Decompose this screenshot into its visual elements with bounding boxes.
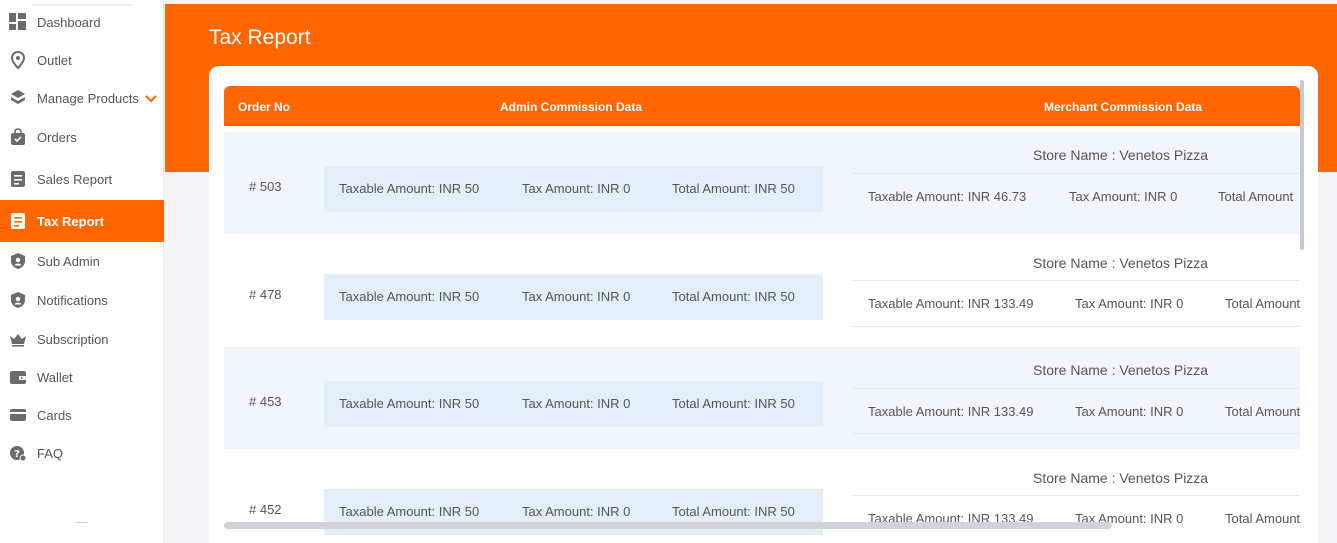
shopping-bag-icon xyxy=(9,128,27,146)
vertical-scrollbar[interactable] xyxy=(1300,80,1304,250)
chevron-down-icon[interactable] xyxy=(145,91,157,106)
column-header-admin-commission: Admin Commission Data xyxy=(500,100,643,114)
sidebar-item-wallet[interactable]: Wallet xyxy=(0,358,164,396)
admin-taxable-amount: Taxable Amount: INR 50 xyxy=(339,289,480,304)
admin-total-amount: Total Amount: INR 50 xyxy=(672,504,795,519)
merchant-taxable-amount: Taxable Amount: INR 133.49 xyxy=(868,296,1034,311)
location-pin-icon xyxy=(9,51,27,69)
merchant-total-amount: Total Amount xyxy=(1225,296,1300,311)
merchant-total-amount: Total Amount xyxy=(1218,189,1294,204)
table-row: # 453 Taxable Amount: INR 50 Tax Amount:… xyxy=(224,347,1300,449)
sidebar-item-label: Sales Report xyxy=(37,171,113,187)
admin-total-amount: Total Amount: INR 50 xyxy=(672,181,795,196)
table-row: # 503 Taxable Amount: INR 50 Tax Amount:… xyxy=(224,132,1300,234)
merchant-taxable-amount: Taxable Amount: INR 46.73 xyxy=(868,189,1027,204)
products-icon xyxy=(9,89,27,107)
wallet-icon xyxy=(9,368,27,386)
order-number: # 453 xyxy=(249,394,282,409)
admin-tax-amount: Tax Amount: INR 0 xyxy=(522,504,631,519)
main-content: Tax Report Order No Admin Commission Dat… xyxy=(164,0,1337,543)
sidebar-divider xyxy=(76,522,88,523)
merchant-tax-amount: Tax Amount: INR 0 xyxy=(1069,189,1178,204)
admin-taxable-amount: Taxable Amount: INR 50 xyxy=(339,504,480,519)
store-name: Store Name : Venetos Pizza xyxy=(1033,470,1209,486)
sidebar-item-label: Orders xyxy=(37,129,77,145)
crown-icon xyxy=(9,330,27,348)
table-row: # 452 Taxable Amount: INR 50 Tax Amount:… xyxy=(224,455,1300,543)
merchant-total-amount: Total Amount xyxy=(1225,511,1300,526)
sidebar-item-outlet[interactable]: Outlet xyxy=(0,41,164,79)
admin-tax-amount: Tax Amount: INR 0 xyxy=(522,396,631,411)
admin-total-amount: Total Amount: INR 50 xyxy=(672,289,795,304)
sidebar-item-orders[interactable]: Orders xyxy=(0,118,164,156)
sidebar-item-label: FAQ xyxy=(37,445,64,461)
sidebar-item-label: Manage Products xyxy=(37,90,139,106)
dashboard-icon xyxy=(9,13,27,31)
faq-icon: ? xyxy=(9,444,27,462)
sidebar-item-label: Dashboard xyxy=(37,14,101,30)
sidebar-item-label: Cards xyxy=(37,407,72,423)
admin-tax-amount: Tax Amount: INR 0 xyxy=(522,181,631,196)
svg-text:?: ? xyxy=(14,449,20,460)
admin-commission-box: Taxable Amount: INR 50 Tax Amount: INR 0… xyxy=(324,274,823,320)
merchant-taxable-amount: Taxable Amount: INR 133.49 xyxy=(868,404,1034,419)
sidebar-item-label: Notifications xyxy=(37,292,108,308)
merchant-commission-row: Taxable Amount: INR 133.49 Tax Amount: I… xyxy=(853,496,1300,542)
sidebar-item-label: Tax Report xyxy=(37,213,104,229)
order-number: # 452 xyxy=(249,502,282,517)
sidebar-item-dashboard[interactable]: Dashboard xyxy=(0,3,164,41)
sidebar-item-sub-admin[interactable]: Sub Admin xyxy=(0,242,164,280)
sidebar-item-manage-products[interactable]: Manage Products xyxy=(0,79,164,117)
store-name: Store Name : Venetos Pizza xyxy=(1033,362,1209,378)
admin-taxable-amount: Taxable Amount: INR 50 xyxy=(339,396,480,411)
row-divider xyxy=(853,433,1300,434)
merchant-commission-row: Taxable Amount: INR 133.49 Tax Amount: I… xyxy=(853,389,1300,435)
row-divider xyxy=(853,326,1300,327)
admin-commission-box: Taxable Amount: INR 50 Tax Amount: INR 0… xyxy=(324,166,823,212)
merchant-total-amount: Total Amount xyxy=(1225,404,1300,419)
merchant-tax-amount: Tax Amount: INR 0 xyxy=(1075,404,1184,419)
admin-total-amount: Total Amount: INR 50 xyxy=(672,396,795,411)
admin-commission-box: Taxable Amount: INR 50 Tax Amount: INR 0… xyxy=(324,381,823,427)
sidebar-item-sales-report[interactable]: Sales Report xyxy=(0,160,164,198)
shield-user-icon xyxy=(9,252,27,270)
table-row: # 478 Taxable Amount: INR 50 Tax Amount:… xyxy=(224,240,1300,342)
shield-user-icon xyxy=(9,291,27,309)
tax-report-icon xyxy=(9,212,27,230)
merchant-commission-row: Taxable Amount: INR 46.73 Tax Amount: IN… xyxy=(853,174,1300,220)
report-icon xyxy=(9,170,27,188)
sidebar-item-tax-report[interactable]: Tax Report xyxy=(0,200,164,242)
page-title: Tax Report xyxy=(209,26,311,49)
store-name: Store Name : Venetos Pizza xyxy=(1033,255,1209,271)
order-number: # 503 xyxy=(249,179,282,194)
column-header-order-no: Order No xyxy=(238,100,291,114)
sidebar-item-faq[interactable]: ? FAQ xyxy=(0,434,164,472)
table-header: Order No Admin Commission Data Merchant … xyxy=(224,86,1300,126)
column-header-merchant-commission: Merchant Commission Data xyxy=(1044,100,1203,114)
tax-report-card: Order No Admin Commission Data Merchant … xyxy=(209,66,1318,543)
order-number: # 478 xyxy=(249,287,282,302)
sidebar-item-label: Outlet xyxy=(37,52,72,68)
sidebar-item-subscription[interactable]: Subscription xyxy=(0,320,164,358)
sidebar-item-label: Sub Admin xyxy=(37,253,100,269)
sidebar-item-label: Wallet xyxy=(37,369,73,385)
sidebar-item-label: Subscription xyxy=(37,331,109,347)
store-name: Store Name : Venetos Pizza xyxy=(1033,147,1209,163)
sidebar: Dashboard Outlet Manage Products Orders … xyxy=(0,0,164,543)
sidebar-item-notifications[interactable]: Notifications xyxy=(0,281,164,319)
admin-taxable-amount: Taxable Amount: INR 50 xyxy=(339,181,480,196)
horizontal-scrollbar[interactable] xyxy=(224,522,1112,529)
sidebar-item-cards[interactable]: Cards xyxy=(0,396,164,434)
merchant-commission-row: Taxable Amount: INR 133.49 Tax Amount: I… xyxy=(853,281,1300,327)
merchant-tax-amount: Tax Amount: INR 0 xyxy=(1075,296,1184,311)
admin-tax-amount: Tax Amount: INR 0 xyxy=(522,289,631,304)
card-icon xyxy=(9,406,27,424)
